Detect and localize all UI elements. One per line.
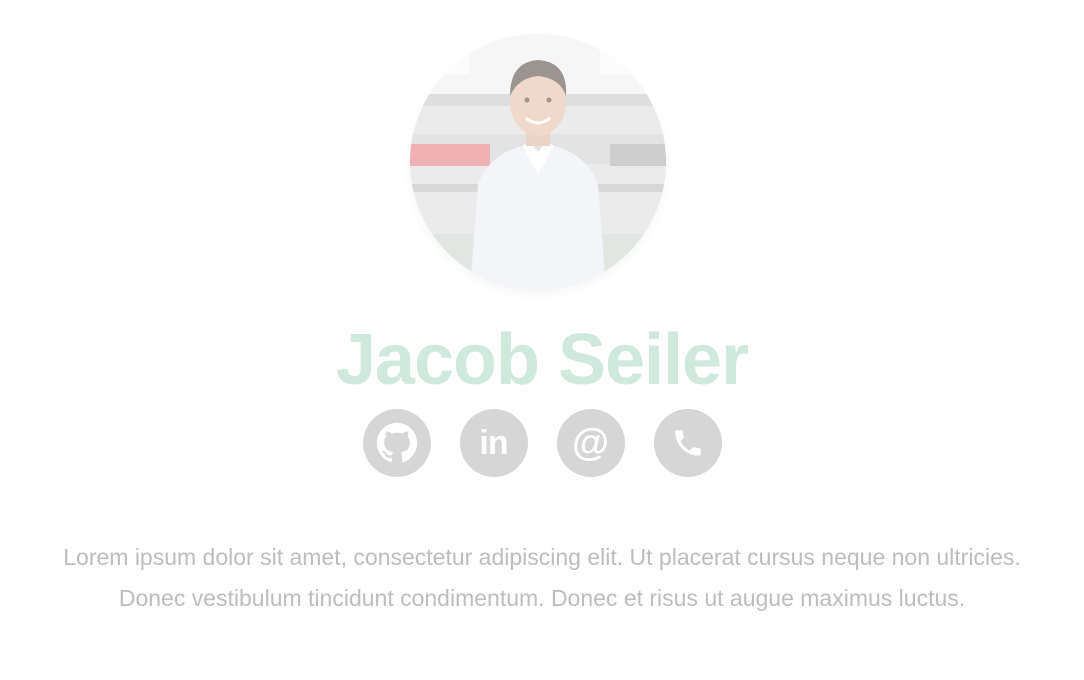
linkedin-icon: in — [479, 423, 508, 462]
profile-name: Jacob Seiler — [335, 320, 749, 400]
linkedin-link[interactable]: in — [459, 409, 528, 477]
github-icon — [376, 422, 417, 463]
profile-photo — [410, 34, 666, 290]
social-links: in @ — [0, 409, 1084, 477]
profile-page: Jacob Seiler in @ Lorem ipsum dolor sit … — [0, 0, 1084, 680]
phone-icon — [674, 430, 701, 456]
profile-photo-image — [410, 34, 666, 290]
profile-bio: Lorem ipsum dolor sit amet, consectetur … — [63, 544, 1021, 611]
email-link[interactable]: @ — [556, 409, 625, 477]
github-link[interactable] — [362, 409, 431, 477]
phone-link[interactable] — [653, 409, 722, 477]
email-icon: @ — [571, 421, 610, 464]
